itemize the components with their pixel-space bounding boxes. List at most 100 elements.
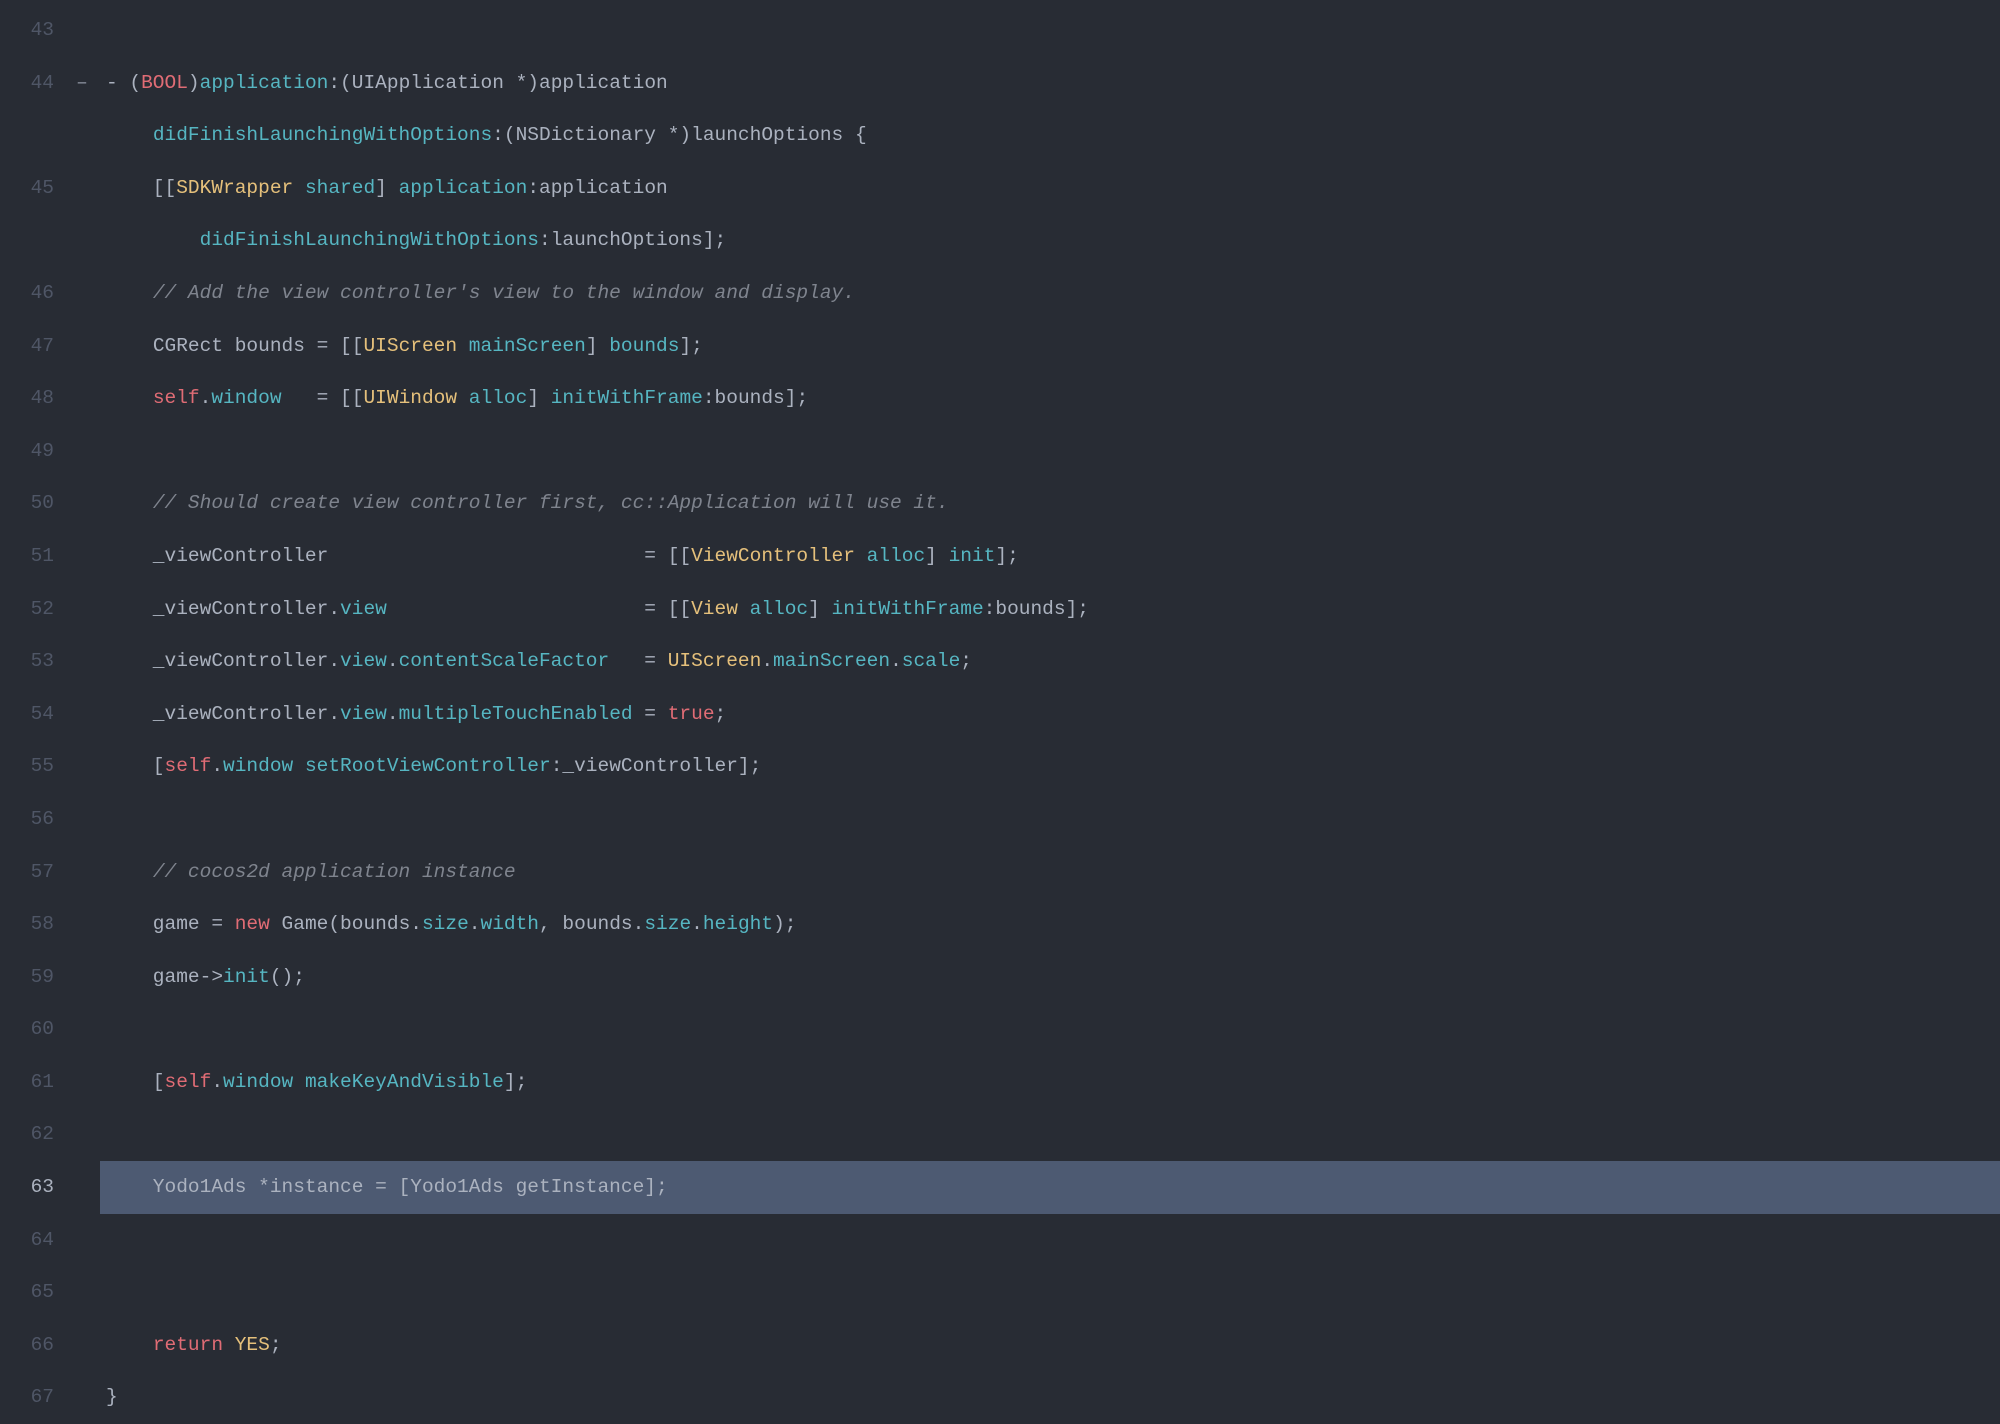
code-line[interactable]: // cocos2d application instance bbox=[100, 846, 2000, 899]
code-token bbox=[106, 387, 153, 409]
code-line[interactable]: // Add the view controller's view to the… bbox=[100, 267, 2000, 320]
code-line[interactable]: CGRect bounds = [[UIScreen mainScreen] b… bbox=[100, 320, 2000, 373]
code-token: ] bbox=[375, 177, 398, 199]
code-line[interactable]: _viewController.view.contentScaleFactor … bbox=[100, 635, 2000, 688]
code-token: view bbox=[340, 650, 387, 672]
code-token: ViewController bbox=[691, 545, 855, 567]
fold-marker bbox=[64, 214, 100, 267]
code-line[interactable]: didFinishLaunchingWithOptions:(NSDiction… bbox=[100, 109, 2000, 162]
line-number: 65 bbox=[0, 1266, 54, 1319]
code-line[interactable]: Yodo1Ads *instance = [Yodo1Ads getInstan… bbox=[100, 1161, 2000, 1214]
line-number: 49 bbox=[0, 425, 54, 478]
code-line[interactable] bbox=[100, 1214, 2000, 1267]
code-token: self bbox=[165, 1071, 212, 1093]
fold-marker bbox=[64, 793, 100, 846]
code-token: ] bbox=[586, 335, 609, 357]
code-token: init bbox=[223, 966, 270, 988]
line-number: 50 bbox=[0, 477, 54, 530]
code-line[interactable] bbox=[100, 425, 2000, 478]
line-number: 43 bbox=[0, 4, 54, 57]
fold-marker bbox=[64, 1371, 100, 1424]
code-token: UIScreen bbox=[363, 335, 457, 357]
code-token: new bbox=[235, 913, 270, 935]
code-line[interactable]: return YES; bbox=[100, 1319, 2000, 1372]
code-token: . bbox=[469, 913, 481, 935]
code-token: setRootViewController bbox=[305, 755, 551, 777]
code-line[interactable]: game->init(); bbox=[100, 951, 2000, 1004]
code-token: _viewController. bbox=[106, 598, 340, 620]
code-token: return bbox=[153, 1334, 223, 1356]
code-line[interactable] bbox=[100, 1266, 2000, 1319]
code-token: ) bbox=[188, 72, 200, 94]
code-token: : bbox=[539, 229, 551, 251]
line-number: 52 bbox=[0, 583, 54, 636]
code-token: :( bbox=[492, 124, 515, 146]
code-editor[interactable]: 4344454647484950515253545556575859606162… bbox=[0, 0, 2000, 1395]
code-token bbox=[293, 177, 305, 199]
fold-marker bbox=[64, 1108, 100, 1161]
line-number: 66 bbox=[0, 1319, 54, 1372]
code-line[interactable]: _viewController.view = [[View alloc] ini… bbox=[100, 583, 2000, 636]
code-token bbox=[293, 1071, 305, 1093]
code-line[interactable]: self.window = [[UIWindow alloc] initWith… bbox=[100, 372, 2000, 425]
fold-marker bbox=[64, 898, 100, 951]
code-token: :_viewController]; bbox=[551, 755, 762, 777]
code-token: // cocos2d application instance bbox=[153, 861, 516, 883]
line-number bbox=[0, 214, 54, 267]
code-area[interactable]: - (BOOL)application:(UIApplication *)app… bbox=[100, 0, 2000, 1395]
code-line[interactable]: [self.window setRootViewController:_view… bbox=[100, 740, 2000, 793]
fold-marker bbox=[64, 477, 100, 530]
code-token: CGRect bbox=[153, 335, 223, 357]
code-token: (); bbox=[270, 966, 305, 988]
code-token: height bbox=[703, 913, 773, 935]
code-line[interactable]: [[SDKWrapper shared] application:applica… bbox=[100, 162, 2000, 215]
code-token: view bbox=[340, 703, 387, 725]
code-token: . bbox=[761, 650, 773, 672]
code-token: BOOL bbox=[141, 72, 188, 94]
code-token: init bbox=[949, 545, 996, 567]
code-token: bounds bbox=[609, 335, 679, 357]
fold-marker bbox=[64, 4, 100, 57]
code-line[interactable] bbox=[100, 793, 2000, 846]
code-token: [ bbox=[106, 1071, 165, 1093]
code-token bbox=[106, 335, 153, 357]
fold-marker bbox=[64, 583, 100, 636]
fold-marker bbox=[64, 267, 100, 320]
code-token: { bbox=[843, 124, 866, 146]
code-line[interactable]: game = new Game(bounds.size.width, bound… bbox=[100, 898, 2000, 951]
code-token: ]; bbox=[679, 335, 702, 357]
code-line[interactable]: // Should create view controller first, … bbox=[100, 477, 2000, 530]
fold-marker bbox=[64, 320, 100, 373]
code-line[interactable]: } bbox=[100, 1371, 2000, 1424]
fold-marker bbox=[64, 1003, 100, 1056]
line-number: 46 bbox=[0, 267, 54, 320]
fold-marker bbox=[64, 109, 100, 162]
code-line[interactable]: didFinishLaunchingWithOptions:launchOpti… bbox=[100, 214, 2000, 267]
code-line[interactable] bbox=[100, 4, 2000, 57]
line-number: 63 bbox=[0, 1161, 54, 1214]
code-token: . bbox=[387, 703, 399, 725]
code-token: ]; bbox=[995, 545, 1018, 567]
code-token: :( bbox=[328, 72, 351, 94]
code-token bbox=[106, 492, 153, 514]
fold-marker bbox=[64, 951, 100, 1004]
code-token: didFinishLaunchingWithOptions bbox=[153, 124, 492, 146]
code-line[interactable] bbox=[100, 1108, 2000, 1161]
code-line[interactable]: _viewController.view.multipleTouchEnable… bbox=[100, 688, 2000, 741]
code-token bbox=[223, 1334, 235, 1356]
fold-marker bbox=[64, 425, 100, 478]
code-line[interactable]: - (BOOL)application:(UIApplication *)app… bbox=[100, 57, 2000, 110]
code-line[interactable]: _viewController = [[ViewController alloc… bbox=[100, 530, 2000, 583]
code-line[interactable]: [self.window makeKeyAndVisible]; bbox=[100, 1056, 2000, 1109]
code-token: _viewController. bbox=[106, 650, 340, 672]
code-token: ); bbox=[773, 913, 796, 935]
code-token: application bbox=[399, 177, 528, 199]
fold-marker-gutter: – bbox=[64, 0, 100, 1395]
code-token: alloc bbox=[867, 545, 926, 567]
code-token: initWithFrame bbox=[832, 598, 984, 620]
code-token: *) bbox=[504, 72, 539, 94]
code-line[interactable] bbox=[100, 1003, 2000, 1056]
code-token: [ bbox=[106, 755, 165, 777]
line-number: 51 bbox=[0, 530, 54, 583]
code-token: *) bbox=[656, 124, 691, 146]
